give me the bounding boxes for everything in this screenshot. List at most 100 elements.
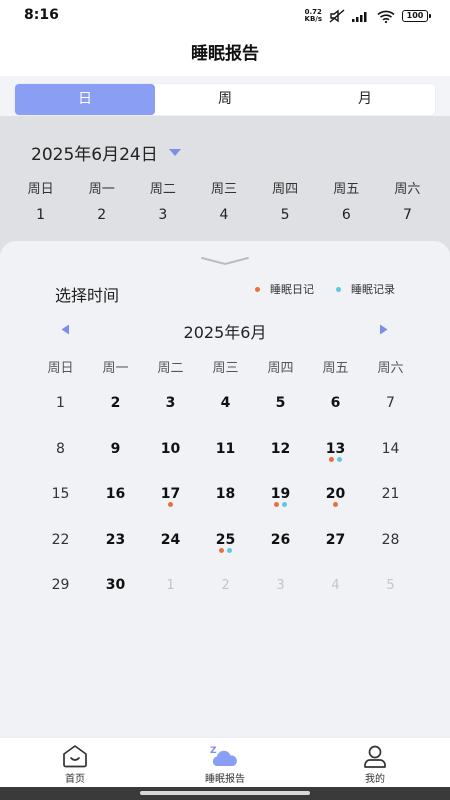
calendar-day-number: 12 (270, 440, 291, 457)
nav-mine[interactable]: 我的 (300, 738, 450, 787)
calendar-week-row: 29 30 1 2 3 4 5 (33, 562, 418, 608)
week-strip-day[interactable]: 4 (193, 207, 254, 223)
week-strip-weekday: 周三 (210, 182, 237, 197)
week-strip-day[interactable]: 1 (10, 207, 71, 223)
calendar-weekday: 周三 (212, 361, 239, 376)
status-time: 8:16 (24, 7, 59, 23)
record-dot-icon (336, 286, 341, 292)
calendar-day[interactable]: 2 (88, 380, 143, 426)
calendar-day-number: 21 (381, 486, 400, 502)
calendar-day[interactable]: 3 (143, 380, 198, 426)
home-gesture-handle[interactable] (140, 791, 310, 795)
calendar-day[interactable]: 23 (88, 517, 143, 563)
calendar-week-row: 15 16 17 18 19 20 21 (33, 471, 418, 517)
diary-dot-icon (255, 286, 260, 292)
calendar-day-next-month: 5 (363, 562, 418, 608)
next-month-icon[interactable] (379, 324, 388, 335)
calendar-day[interactable]: 29 (33, 562, 88, 608)
week-strip-weekday: 周一 (88, 182, 115, 197)
sleep-record-dot-icon (227, 547, 232, 553)
day-marker-dots (308, 456, 363, 462)
week-strip-day[interactable]: 5 (255, 207, 316, 223)
tabs-container: 日 周 月 (0, 76, 450, 116)
calendar-day[interactable]: 26 (253, 517, 308, 563)
calendar-day[interactable]: 8 (33, 426, 88, 472)
calendar-weekday: 周五 (322, 361, 349, 376)
calendar-day[interactable]: 9 (88, 426, 143, 472)
tab-week[interactable]: 周 (155, 84, 295, 115)
page-title: 睡眠报告 (191, 44, 259, 64)
legend-item-diary: 睡眠日记 (255, 281, 314, 297)
calendar-day[interactable]: 17 (143, 471, 198, 517)
calendar-day[interactable]: 6 (308, 380, 363, 426)
week-strip-day[interactable]: 6 (316, 207, 377, 223)
calendar-day-number: 3 (276, 578, 285, 593)
calendar-day[interactable]: 25 (198, 517, 253, 563)
calendar-day[interactable]: 28 (363, 517, 418, 563)
calendar-day[interactable]: 10 (143, 426, 198, 472)
legend-item-record: 睡眠记录 (336, 281, 395, 297)
calendar-day-number: 18 (215, 486, 236, 502)
calendar-day-number: 8 (56, 440, 65, 457)
date-area: 2025年6月24日 周日 周一 周二 周三 周四 周五 周六 1234567 (0, 116, 450, 256)
nav-label-sleep-report: 睡眠报告 (205, 774, 245, 785)
calendar-day-next-month: 3 (253, 562, 308, 608)
calendar-day[interactable]: 18 (198, 471, 253, 517)
calendar-day[interactable]: 1 (33, 380, 88, 426)
tab-month[interactable]: 月 (295, 84, 435, 115)
calendar-day-number: 5 (386, 578, 395, 593)
calendar-day-number: 16 (105, 486, 126, 502)
bottom-nav: 首页 Z z 睡眠报告 我的 (0, 737, 450, 787)
calendar-day[interactable]: 7 (363, 380, 418, 426)
calendar-day[interactable]: 13 (308, 426, 363, 472)
calendar-day[interactable]: 14 (363, 426, 418, 472)
nav-label-home: 首页 (65, 774, 85, 785)
week-strip-day[interactable]: 3 (132, 207, 193, 223)
tab-day[interactable]: 日 (15, 84, 155, 115)
header: 睡眠报告 (0, 32, 450, 76)
signal-icon (352, 12, 367, 22)
month-nav: 2025年6月 (0, 319, 450, 342)
sleep-diary-dot-icon (274, 502, 279, 507)
calendar-day[interactable]: 21 (363, 471, 418, 517)
calendar-day-number: 11 (215, 440, 236, 457)
wifi-icon (377, 10, 395, 23)
calendar-day-next-month: 4 (308, 562, 363, 608)
calendar-day[interactable]: 30 (88, 562, 143, 608)
calendar-day[interactable]: 22 (33, 517, 88, 563)
calendar-day-number: 3 (165, 395, 176, 411)
calendar-day[interactable]: 15 (33, 471, 88, 517)
calendar-day[interactable]: 5 (253, 380, 308, 426)
calendar-day[interactable]: 24 (143, 517, 198, 563)
calendar-weekday: 周二 (157, 361, 184, 376)
collapse-chevron-icon[interactable] (200, 255, 250, 267)
triangle-down-icon (168, 149, 181, 156)
calendar-day[interactable]: 16 (88, 471, 143, 517)
calendar-day[interactable]: 12 (253, 426, 308, 472)
calendar-day[interactable]: 19 (253, 471, 308, 517)
date-selector[interactable]: 2025年6月24日 (31, 140, 182, 165)
calendar-day-number: 26 (270, 531, 291, 548)
sleep-diary-dot-icon (168, 502, 173, 507)
system-gesture-bar (0, 787, 450, 800)
selected-date: 2025年6月24日 (31, 145, 158, 165)
week-strip-day[interactable]: 7 (377, 207, 438, 223)
week-strip-day[interactable]: 2 (71, 207, 132, 223)
calendar-day[interactable]: 11 (198, 426, 253, 472)
sleep-diary-dot-icon (333, 502, 338, 507)
user-icon (364, 745, 386, 768)
nav-home[interactable]: 首页 (0, 738, 150, 787)
date-picker-sheet: 选择时间 睡眠日记 睡眠记录 2025年6月 周日 周一 周二 周三 周四 周五 周六 12… (0, 241, 450, 737)
calendar-day[interactable]: 4 (198, 380, 253, 426)
calendar-day-number: 24 (160, 531, 181, 548)
day-marker-dots (198, 547, 253, 553)
period-tabs: 日 周 月 (15, 84, 435, 115)
calendar-day[interactable]: 27 (308, 517, 363, 563)
nav-sleep-report[interactable]: Z z 睡眠报告 (150, 738, 300, 787)
calendar-day-next-month: 2 (198, 562, 253, 608)
calendar-day-number: 2 (221, 578, 230, 593)
calendar-day[interactable]: 20 (308, 471, 363, 517)
calendar-day-next-month: 1 (143, 562, 198, 608)
network-speed: 0.72 KB/s (304, 8, 322, 23)
mute-icon (329, 9, 345, 23)
